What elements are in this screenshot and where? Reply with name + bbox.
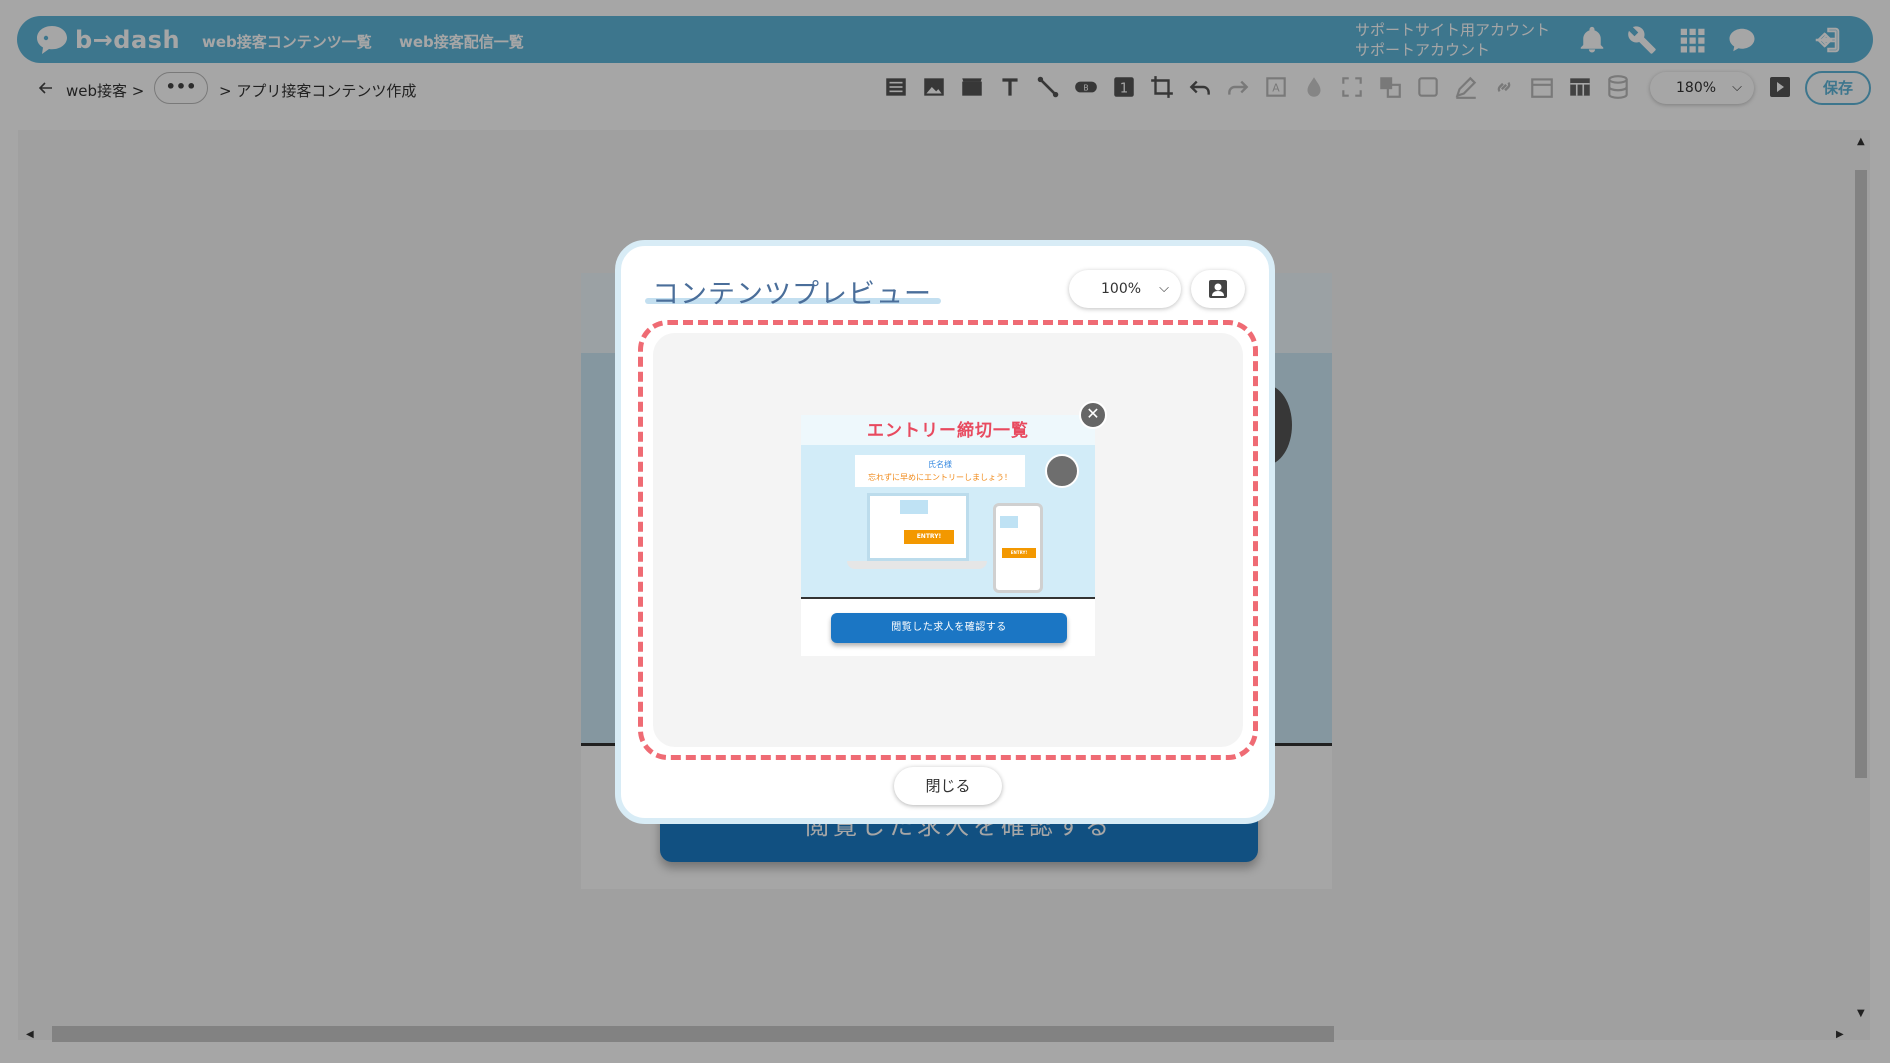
phone-image-block — [1000, 516, 1018, 528]
preview-area: エントリー締切一覧 氏名様 忘れずに早めにエントリーしましょう！ ENTRY! — [653, 333, 1243, 747]
preview-modal: コンテンツプレビュー 100% ⌵ エントリー締切一覧 氏名様 忘れずに早めにエ… — [615, 240, 1275, 824]
laptop-base — [847, 561, 987, 569]
laptop-image-block — [900, 500, 928, 514]
popup-header: エントリー締切一覧 — [801, 415, 1095, 445]
laptop-illustration: ENTRY! — [867, 493, 969, 561]
popup-title: エントリー締切一覧 — [867, 421, 1029, 441]
popup-close-icon[interactable]: ✕ — [1079, 401, 1107, 429]
laptop-entry-button: ENTRY! — [904, 530, 954, 544]
speech-name: 氏名様 — [928, 460, 952, 469]
user-preview-button[interactable] — [1191, 270, 1245, 308]
popup-cta-button[interactable]: 閲覧した求人を確認する — [831, 613, 1067, 643]
phone-illustration: ENTRY! — [993, 503, 1043, 593]
user-card-icon — [1209, 280, 1227, 298]
popup-banner: 氏名様 忘れずに早めにエントリーしましょう！ ENTRY! ENTRY! — [801, 445, 1095, 597]
modal-close-button[interactable]: 閉じる — [894, 767, 1002, 805]
modal-title: コンテンツプレビュー — [652, 279, 932, 310]
popup-avatar — [1045, 454, 1079, 488]
popup-preview: エントリー締切一覧 氏名様 忘れずに早めにエントリーしましょう！ ENTRY! — [801, 415, 1095, 656]
speech-message: 忘れずに早めにエントリーしましょう！ — [868, 473, 1012, 482]
phone-entry-button: ENTRY! — [1002, 548, 1036, 558]
preview-frame: エントリー締切一覧 氏名様 忘れずに早めにエントリーしましょう！ ENTRY! — [638, 320, 1258, 760]
speech-bubble: 氏名様 忘れずに早めにエントリーしましょう！ — [855, 455, 1025, 487]
chevron-down-icon: ⌵ — [1159, 281, 1169, 296]
preview-zoom-select[interactable]: 100% ⌵ — [1069, 270, 1181, 308]
popup-divider — [801, 597, 1095, 599]
preview-zoom-value: 100% — [1101, 281, 1142, 297]
